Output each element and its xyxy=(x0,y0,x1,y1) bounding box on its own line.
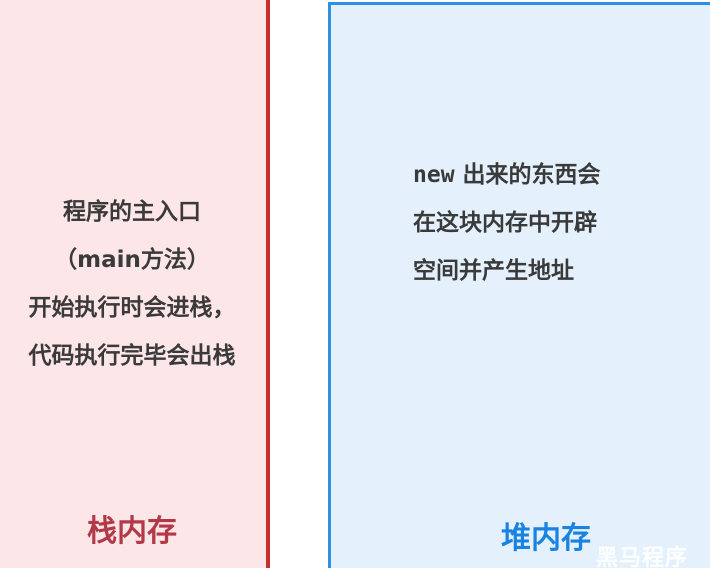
stack-description: 程序的主入口 （main方法） 开始执行时会进栈， 代码执行完毕会出栈 xyxy=(0,188,264,380)
heap-description-line: new 出来的东西会 xyxy=(413,151,601,199)
heap-memory-panel: new 出来的东西会 在这块内存中开辟 空间并产生地址 堆内存 xyxy=(328,2,710,568)
watermark-text: 黑马程序 xyxy=(596,546,689,568)
stack-description-line: （main方法） xyxy=(54,247,210,273)
heap-description: new 出来的东西会 在这块内存中开辟 空间并产生地址 xyxy=(413,151,601,295)
memory-diagram: 程序的主入口 （main方法） 开始执行时会进栈， 代码执行完毕会出栈 栈内存 … xyxy=(0,0,710,568)
new-keyword: new xyxy=(413,162,455,188)
stack-description-line: 代码执行完毕会出栈 xyxy=(28,343,236,369)
stack-description-line: 程序的主入口 xyxy=(63,199,201,225)
stack-memory-title: 栈内存 xyxy=(87,514,177,549)
heap-description-line: 空间并产生地址 xyxy=(413,258,574,284)
stack-memory-panel: 程序的主入口 （main方法） 开始执行时会进栈， 代码执行完毕会出栈 栈内存 xyxy=(0,0,270,568)
heap-description-line1-rest: 出来的东西会 xyxy=(454,162,601,188)
stack-description-line: 开始执行时会进栈， xyxy=(28,295,236,321)
heap-description-line: 在这块内存中开辟 xyxy=(413,210,597,236)
